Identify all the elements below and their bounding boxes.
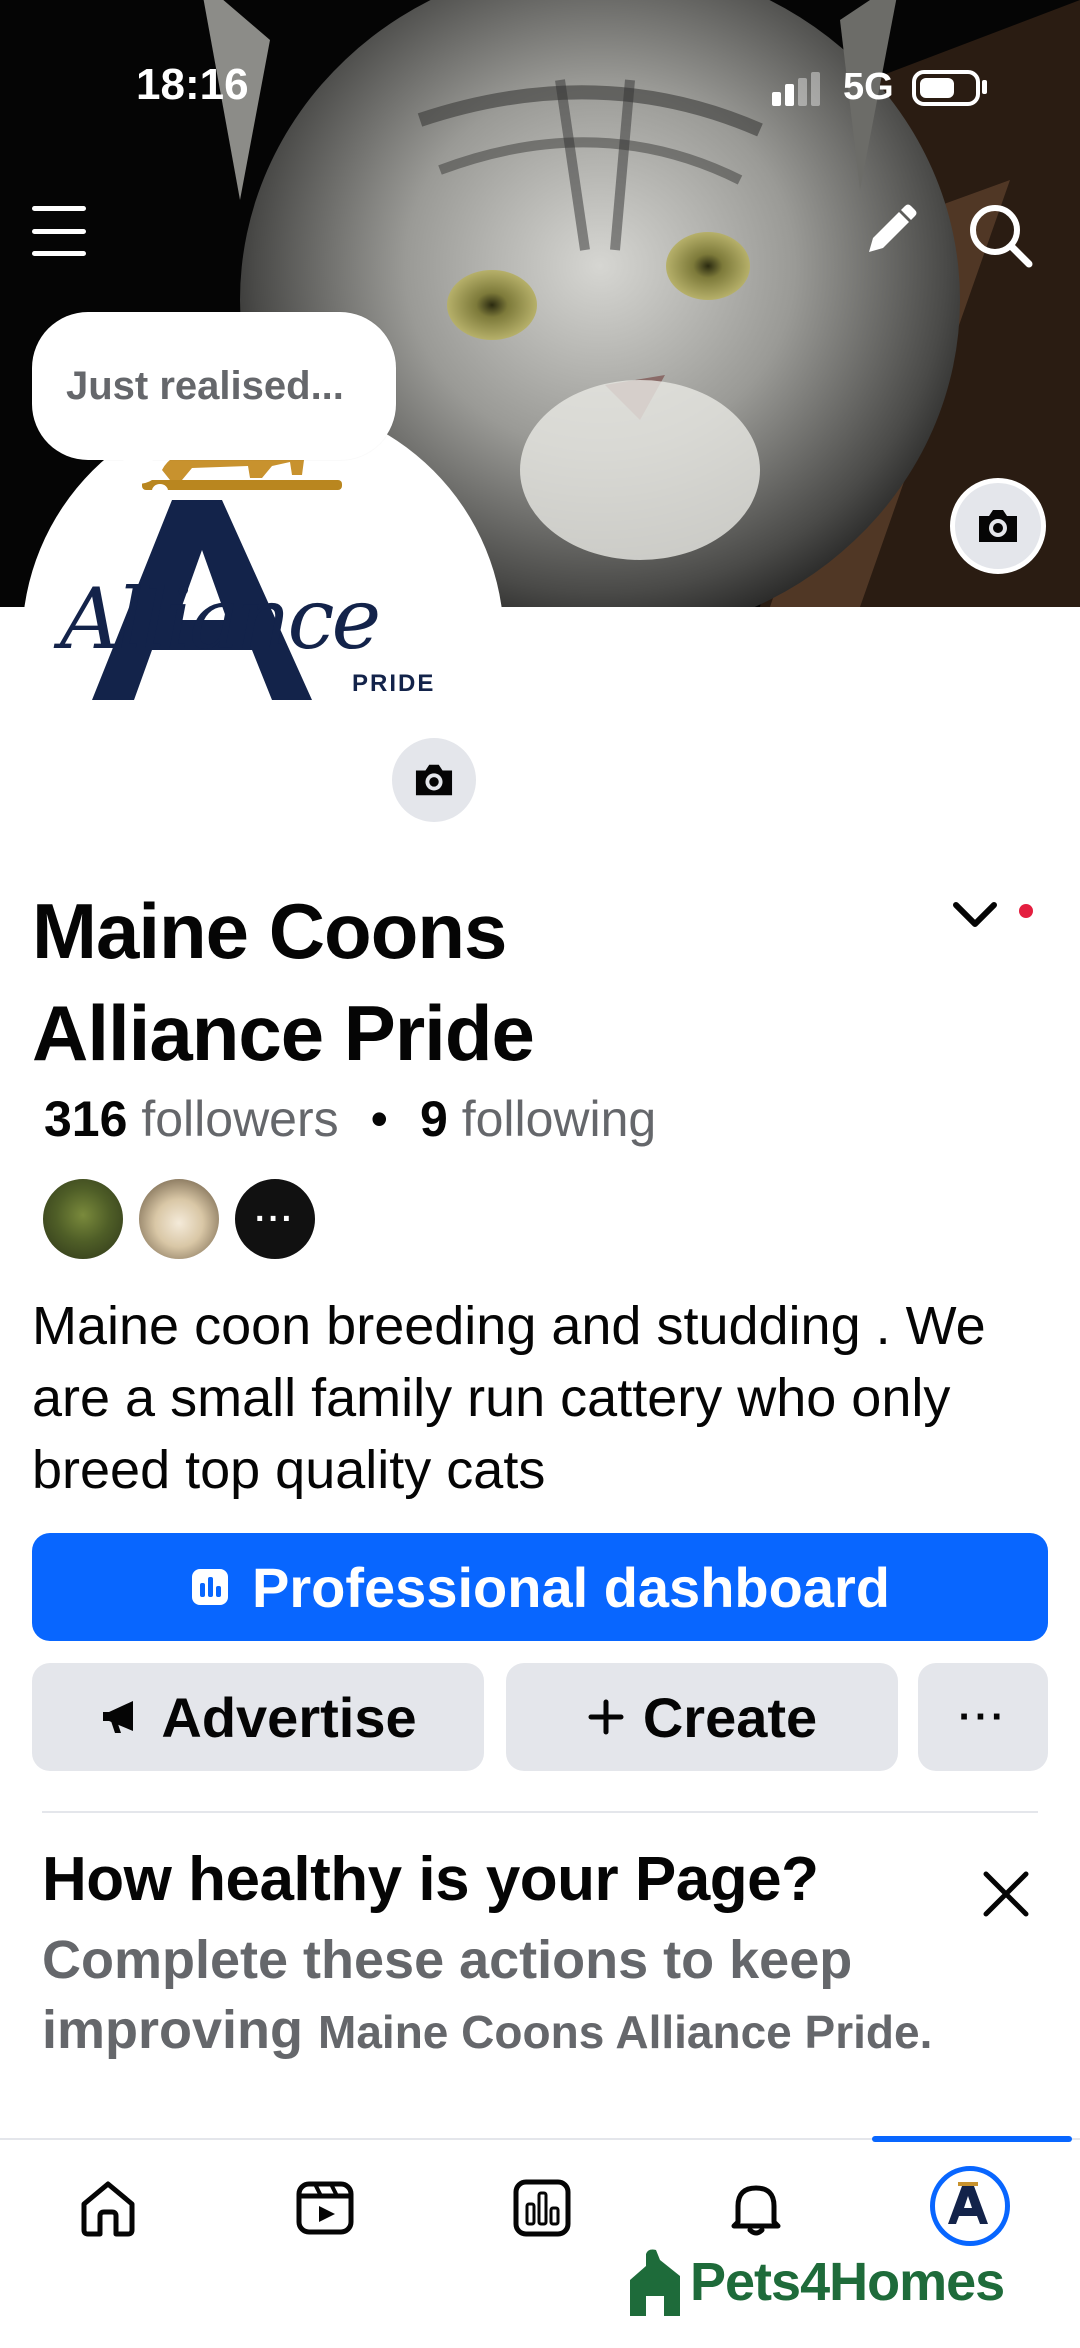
bubble-tail-small bbox=[152, 484, 168, 498]
advertise-button[interactable]: Advertise bbox=[32, 1663, 484, 1771]
search-icon[interactable] bbox=[965, 200, 1035, 270]
following-label: following bbox=[461, 1091, 657, 1147]
page-bio: Maine coon breeding and studding . We ar… bbox=[32, 1296, 986, 1500]
status-bar: 18:16 5G bbox=[0, 0, 1080, 160]
profile-note-bubble[interactable]: Just realised... bbox=[32, 312, 396, 460]
notification-dot bbox=[1019, 904, 1033, 918]
create-label: Create bbox=[642, 1685, 818, 1749]
more-followers-button[interactable]: ··· bbox=[232, 1176, 318, 1262]
dashboard-icon bbox=[192, 1569, 229, 1605]
pets4homes-watermark: Pets4Homes bbox=[626, 2232, 1005, 2332]
megaphone-icon bbox=[103, 1701, 134, 1733]
nav-home[interactable] bbox=[68, 2168, 148, 2248]
menu-icon[interactable] bbox=[28, 200, 90, 262]
alliance-pride-logo-small bbox=[948, 2182, 988, 2224]
dashboard-icon bbox=[513, 2179, 571, 2237]
home-icon bbox=[81, 2181, 135, 2237]
following-count: 9 bbox=[419, 1091, 448, 1147]
profile-note-text: Just realised... bbox=[66, 363, 344, 408]
bell-icon bbox=[731, 2185, 781, 2236]
active-tab-indicator bbox=[872, 2136, 1072, 2142]
page-title-line2: Alliance Pride bbox=[32, 989, 535, 1077]
page-title: Maine Coons Alliance Pride bbox=[32, 880, 732, 1084]
close-icon[interactable] bbox=[980, 1868, 1032, 1920]
professional-dashboard-button[interactable]: Professional dashboard bbox=[32, 1533, 1048, 1641]
page-health-title: How healthy is your Page? bbox=[42, 1845, 819, 1914]
more-icon: ··· bbox=[958, 1694, 1008, 1739]
stats-separator: • bbox=[370, 1091, 389, 1147]
more-icon: ··· bbox=[255, 1199, 295, 1238]
plus-icon bbox=[588, 1699, 624, 1735]
create-button[interactable]: Create bbox=[506, 1663, 898, 1771]
professional-dashboard-label: Professional dashboard bbox=[252, 1555, 890, 1619]
nav-video[interactable] bbox=[285, 2168, 365, 2248]
followers-count: 316 bbox=[44, 1091, 128, 1147]
divider bbox=[42, 1811, 1038, 1813]
status-time: 18:16 bbox=[136, 60, 249, 109]
camera-icon bbox=[979, 510, 1017, 542]
signal-icon bbox=[772, 72, 822, 106]
advertise-label: Advertise bbox=[161, 1685, 417, 1749]
camera-icon bbox=[415, 764, 453, 796]
edit-cover-camera-button[interactable] bbox=[950, 478, 1046, 574]
pets4homes-logo-icon bbox=[630, 2249, 680, 2316]
watermark-text: Pets4Homes bbox=[690, 2252, 1005, 2312]
page-title-line1: Maine Coons bbox=[32, 887, 507, 975]
followers-label: followers bbox=[141, 1091, 339, 1147]
video-icon bbox=[296, 2181, 354, 2235]
logo-subtext: PRIDE bbox=[352, 670, 436, 697]
page-health-desc-end: . bbox=[919, 2006, 933, 2058]
page-health-description: Complete these actions to keep improving… bbox=[42, 1925, 942, 2067]
more-actions-button[interactable]: ··· bbox=[918, 1663, 1048, 1771]
edit-profile-picture-camera-button[interactable] bbox=[388, 734, 480, 826]
follower-stats[interactable]: 316 followers • 9 following bbox=[44, 1090, 656, 1148]
follower-avatar[interactable] bbox=[136, 1176, 222, 1262]
chevron-down-icon[interactable] bbox=[950, 895, 1000, 935]
page-health-page-name: Maine Coons Alliance Pride bbox=[318, 2006, 920, 2058]
nav-dashboard[interactable] bbox=[502, 2168, 582, 2248]
logo-script-text: Alliance bbox=[60, 570, 381, 668]
battery-nub bbox=[982, 80, 987, 94]
follower-avatars[interactable]: ··· bbox=[40, 1176, 340, 1266]
network-type: 5G bbox=[843, 66, 894, 108]
bubble-tail bbox=[118, 456, 158, 484]
battery-icon bbox=[912, 70, 980, 106]
follower-avatar[interactable] bbox=[40, 1176, 126, 1262]
pencil-icon[interactable] bbox=[855, 200, 921, 266]
